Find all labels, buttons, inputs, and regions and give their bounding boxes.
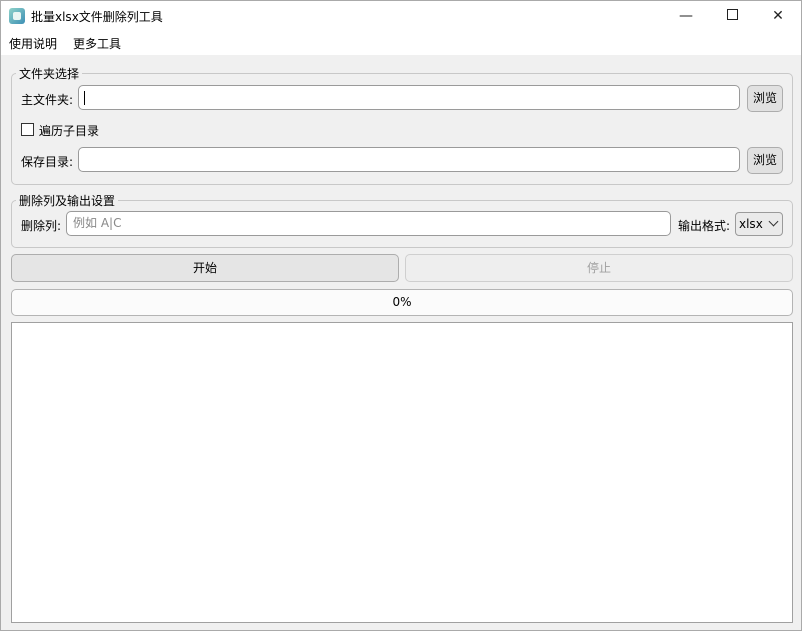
close-button[interactable]: ✕	[755, 1, 801, 31]
title-bar[interactable]: 批量xlsx文件删除列工具 — ✕	[1, 1, 801, 31]
output-format-label: 输出格式:	[678, 219, 731, 233]
progress-bar: 0%	[11, 289, 793, 316]
delete-cols-label: 删除列:	[21, 219, 62, 233]
main-folder-input[interactable]	[78, 85, 740, 110]
log-output-area[interactable]	[11, 322, 793, 623]
save-dir-label: 保存目录:	[21, 155, 74, 169]
menu-item-more-tools[interactable]: 更多工具	[73, 35, 121, 52]
recurse-subdirs-checkbox[interactable]	[21, 123, 34, 136]
main-folder-label: 主文件夹:	[21, 93, 74, 107]
output-format-select[interactable]: xlsx	[735, 212, 783, 236]
stop-button[interactable]: 停止	[405, 254, 793, 282]
chevron-down-icon	[768, 216, 779, 227]
settings-group-title: 删除列及输出设置	[16, 192, 119, 209]
progress-text: 0%	[392, 295, 412, 309]
output-format-value: xlsx	[739, 217, 763, 231]
app-icon	[9, 8, 25, 24]
window-title: 批量xlsx文件删除列工具	[31, 10, 163, 24]
browse-save-dir-button[interactable]: 浏览	[747, 147, 783, 174]
maximize-icon	[726, 9, 738, 20]
menu-bar: 使用说明 更多工具	[1, 31, 801, 55]
text-caret	[84, 91, 85, 105]
menu-item-instructions[interactable]: 使用说明	[9, 35, 57, 52]
maximize-button[interactable]	[709, 1, 755, 31]
minimize-button[interactable]: —	[663, 1, 709, 31]
folder-group-title: 文件夹选择	[16, 65, 83, 82]
delete-cols-input[interactable]: 例如 A|C	[66, 211, 671, 236]
app-window: 批量xlsx文件删除列工具 — ✕ 使用说明 更多工具 文件夹选择 主文件夹: …	[0, 0, 802, 631]
browse-main-folder-button[interactable]: 浏览	[747, 85, 783, 112]
recurse-subdirs-label[interactable]: 遍历子目录	[39, 122, 99, 139]
start-button[interactable]: 开始	[11, 254, 399, 282]
save-dir-input[interactable]	[78, 147, 740, 172]
